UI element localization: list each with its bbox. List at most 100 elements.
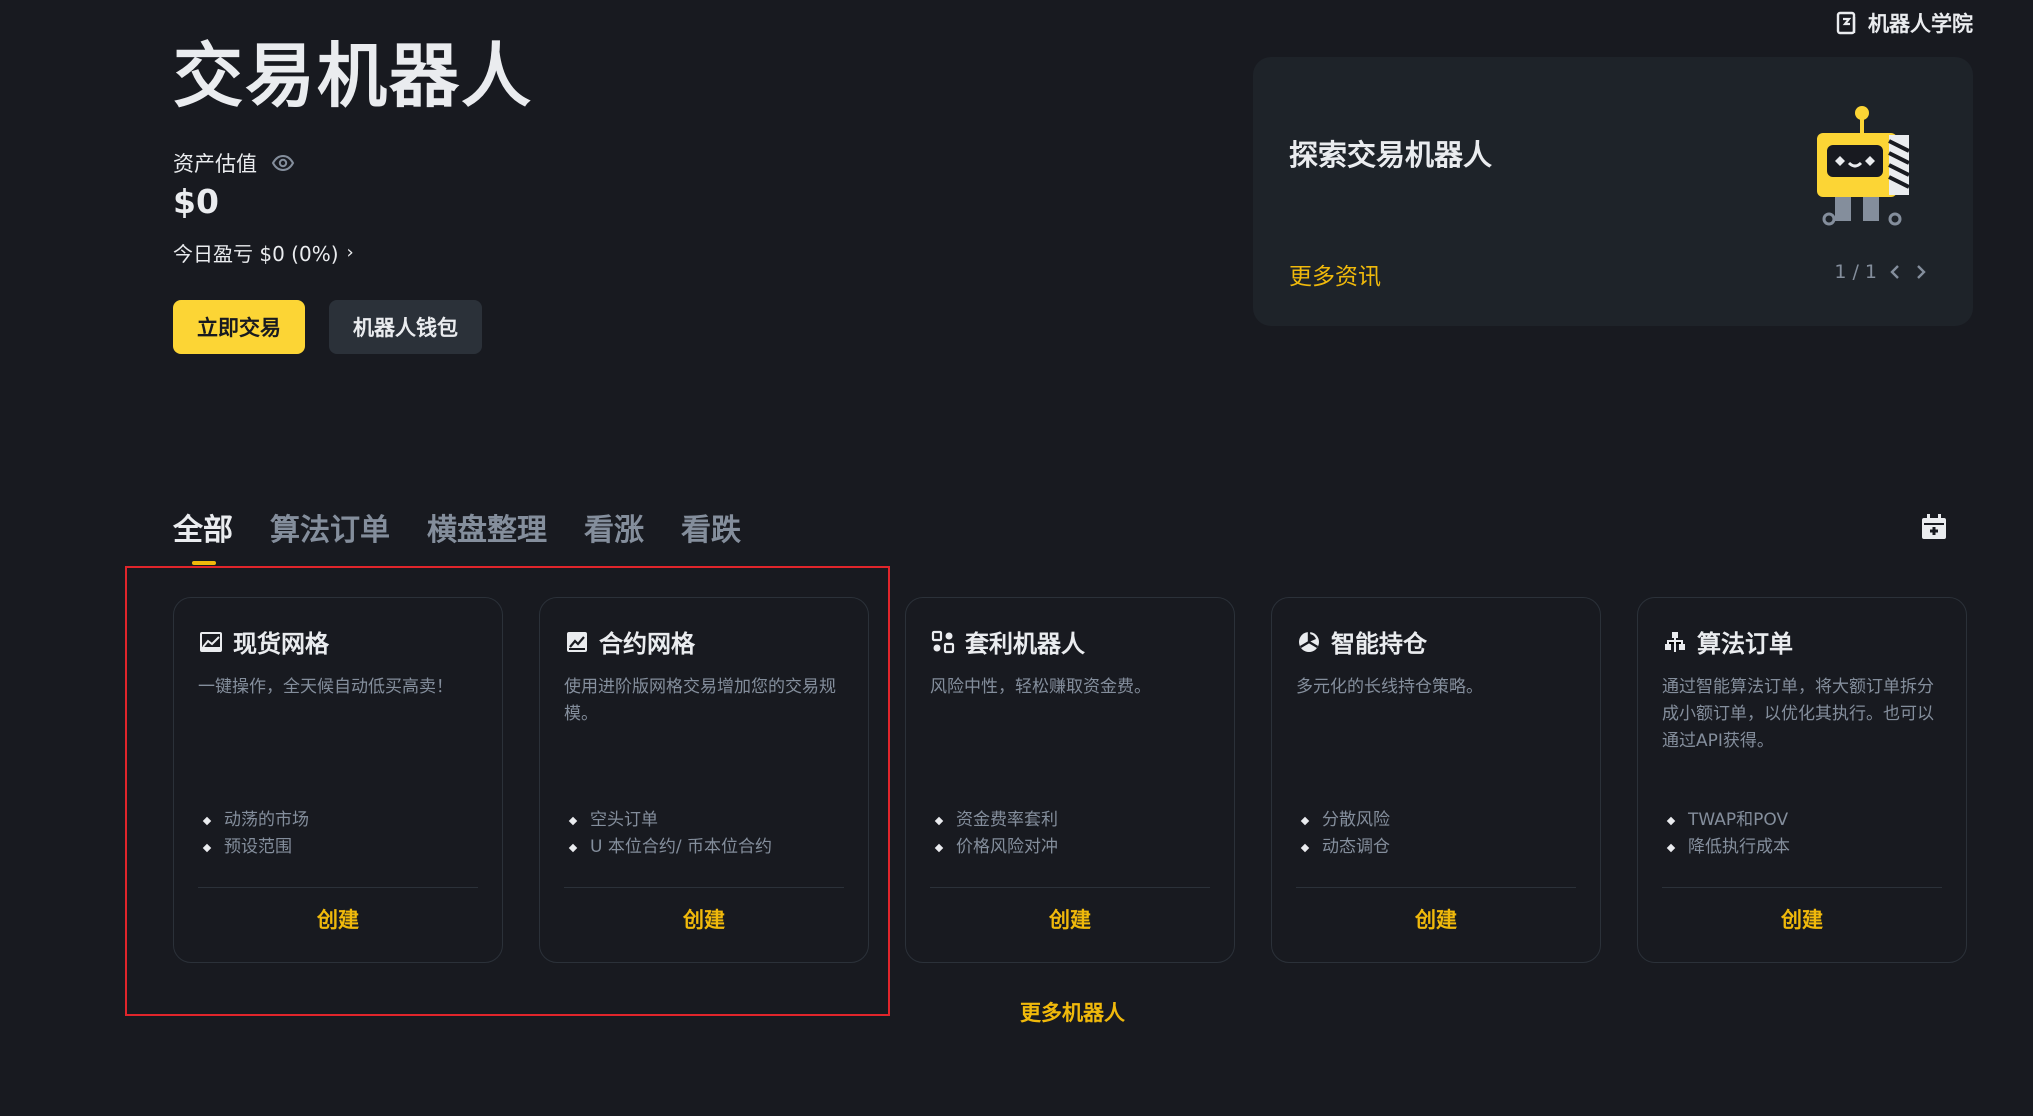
divider — [564, 887, 844, 888]
feature-text: U 本位合约/ 币本位合约 — [590, 837, 772, 857]
feature-text: 动荡的市场 — [224, 810, 309, 830]
card-header: 现货网格 — [199, 624, 329, 659]
divider — [1296, 887, 1576, 888]
feature-item: 动荡的市场 — [202, 807, 309, 834]
card-title: 算法订单 — [1697, 630, 1793, 658]
bot-academy-link[interactable]: 机器人学院 — [1836, 8, 1973, 38]
feature-text: 动态调仓 — [1322, 837, 1390, 857]
tab-bullish[interactable]: 看涨 — [584, 505, 644, 549]
arbitrage-icon — [931, 630, 955, 653]
explore-title: 探索交易机器人 — [1289, 138, 1493, 172]
divider — [930, 887, 1210, 888]
page-title: 交易机器人 — [173, 35, 533, 117]
feature-text: 资金费率套利 — [956, 810, 1058, 830]
card-title: 智能持仓 — [1331, 630, 1427, 658]
card-description: 一键操作，全天候自动低买高卖！ — [198, 677, 453, 697]
bot-card-algo-order[interactable]: 算法订单 通过智能算法订单，将大额订单拆分成小额订单，以优化其执行。也可以通过A… — [1637, 597, 1967, 963]
bot-card-futures-grid[interactable]: 合约网格 使用进阶版网格交易增加您的交易规模。 空头订单 U 本位合约/ 币本位… — [539, 597, 869, 963]
bullet-icon — [1666, 843, 1676, 852]
rebalance-icon — [1299, 631, 1319, 652]
bot-cards: 现货网格 一键操作，全天候自动低买高卖！ 动荡的市场 预设范围 创建 合约网格 … — [173, 597, 1967, 963]
feature-item: 动态调仓 — [1300, 834, 1390, 861]
trading-bots-page: 机器人学院 交易机器人 资产估值 $0 今日盈亏 $0 (0%) › 立即交易 … — [0, 0, 2033, 1116]
card-description: 通过智能算法订单，将大额订单拆分成小额订单，以优化其执行。也可以通过API获得。 — [1662, 677, 1934, 751]
more-bots-link[interactable]: 更多机器人 — [1020, 997, 1125, 1027]
trade-now-button[interactable]: 立即交易 — [173, 300, 305, 354]
create-button[interactable]: 创建 — [1272, 904, 1600, 934]
more-news-link[interactable]: 更多资讯 — [1289, 257, 1381, 291]
banner-pager: 1 / 1 — [1834, 261, 1929, 283]
bullet-icon — [1666, 816, 1676, 825]
feature-item: U 本位合约/ 币本位合约 — [568, 834, 772, 861]
feature-text: 空头订单 — [590, 810, 658, 830]
bullet-icon — [202, 843, 212, 852]
card-header: 套利机器人 — [931, 624, 1085, 659]
card-header: 合约网格 — [565, 624, 695, 659]
tab-sideways[interactable]: 横盘整理 — [427, 505, 547, 549]
feature-text: 分散风险 — [1322, 810, 1390, 830]
create-button[interactable]: 创建 — [540, 904, 868, 934]
explore-bots-banner[interactable]: 探索交易机器人 更多资讯 1 / 1 — [1253, 57, 1973, 326]
divider — [198, 887, 478, 888]
divider — [1662, 887, 1942, 888]
feature-item: 资金费率套利 — [934, 807, 1058, 834]
asset-estimate-label: 资产估值 — [173, 152, 257, 176]
card-features: 分散风险 动态调仓 — [1300, 807, 1390, 861]
card-features: 空头订单 U 本位合约/ 币本位合约 — [568, 807, 772, 861]
bot-academy-label: 机器人学院 — [1868, 12, 1973, 36]
calendar-icon[interactable] — [1920, 513, 1948, 541]
robot-illustration — [1817, 106, 1910, 226]
card-title: 套利机器人 — [965, 630, 1085, 658]
bot-card-spot-grid[interactable]: 现货网格 一键操作，全天候自动低买高卖！ 动荡的市场 预设范围 创建 — [173, 597, 503, 963]
tab-algo-orders[interactable]: 算法订单 — [270, 505, 390, 549]
bot-card-rebalance[interactable]: 智能持仓 多元化的长线持仓策略。 分散风险 动态调仓 创建 — [1271, 597, 1601, 963]
feature-text: TWAP和POV — [1688, 810, 1789, 830]
feature-item: 价格风险对冲 — [934, 834, 1058, 861]
bullet-icon — [568, 843, 578, 852]
chevron-right-icon[interactable] — [1913, 262, 1929, 282]
feature-text: 降低执行成本 — [1688, 837, 1790, 857]
bullet-icon — [568, 816, 578, 825]
asset-label-row: 资产估值 — [173, 148, 295, 178]
bot-card-arbitrage[interactable]: 套利机器人 风险中性，轻松赚取资金费。 资金费率套利 价格风险对冲 创建 — [905, 597, 1235, 963]
eye-icon[interactable] — [271, 151, 295, 175]
feature-item: 预设范围 — [202, 834, 309, 861]
card-title: 合约网格 — [599, 630, 695, 658]
card-description: 使用进阶版网格交易增加您的交易规模。 — [564, 677, 836, 724]
bullet-icon — [1300, 843, 1310, 852]
today-pnl-text: 今日盈亏 $0 (0%) — [173, 242, 339, 266]
today-pnl-link[interactable]: 今日盈亏 $0 (0%) › — [173, 238, 354, 267]
chevron-left-icon[interactable] — [1887, 262, 1903, 282]
bullet-icon — [934, 816, 944, 825]
feature-item: 空头订单 — [568, 807, 772, 834]
algo-order-icon — [1665, 631, 1685, 652]
card-features: 资金费率套利 价格风险对冲 — [934, 807, 1058, 861]
pager-text: 1 / 1 — [1834, 261, 1877, 283]
card-features: 动荡的市场 预设范围 — [202, 807, 309, 861]
create-button[interactable]: 创建 — [906, 904, 1234, 934]
feature-item: 降低执行成本 — [1666, 834, 1790, 861]
asset-value: $0 — [173, 182, 219, 221]
card-features: TWAP和POV 降低执行成本 — [1666, 807, 1790, 861]
feature-text: 价格风险对冲 — [956, 837, 1058, 857]
feature-item: TWAP和POV — [1666, 807, 1790, 834]
create-button[interactable]: 创建 — [1638, 904, 1966, 934]
bullet-icon — [202, 816, 212, 825]
card-header: 智能持仓 — [1297, 624, 1427, 659]
spot-grid-icon — [200, 631, 222, 652]
academy-book-icon — [1836, 11, 1856, 35]
card-title: 现货网格 — [233, 630, 329, 658]
tab-bearish[interactable]: 看跌 — [681, 505, 741, 549]
bullet-icon — [1300, 816, 1310, 825]
create-button[interactable]: 创建 — [174, 904, 502, 934]
card-header: 算法订单 — [1663, 624, 1793, 659]
card-description: 多元化的长线持仓策略。 — [1296, 677, 1483, 697]
futures-grid-icon — [567, 631, 587, 652]
bullet-icon — [934, 843, 944, 852]
card-description: 风险中性，轻松赚取资金费。 — [930, 677, 1151, 697]
feature-item: 分散风险 — [1300, 807, 1390, 834]
tab-all[interactable]: 全部 — [173, 505, 233, 565]
bot-wallet-button[interactable]: 机器人钱包 — [329, 300, 482, 354]
bot-category-tabs: 全部 算法订单 横盘整理 看涨 看跌 — [173, 505, 741, 565]
chevron-right-icon: › — [346, 242, 354, 263]
